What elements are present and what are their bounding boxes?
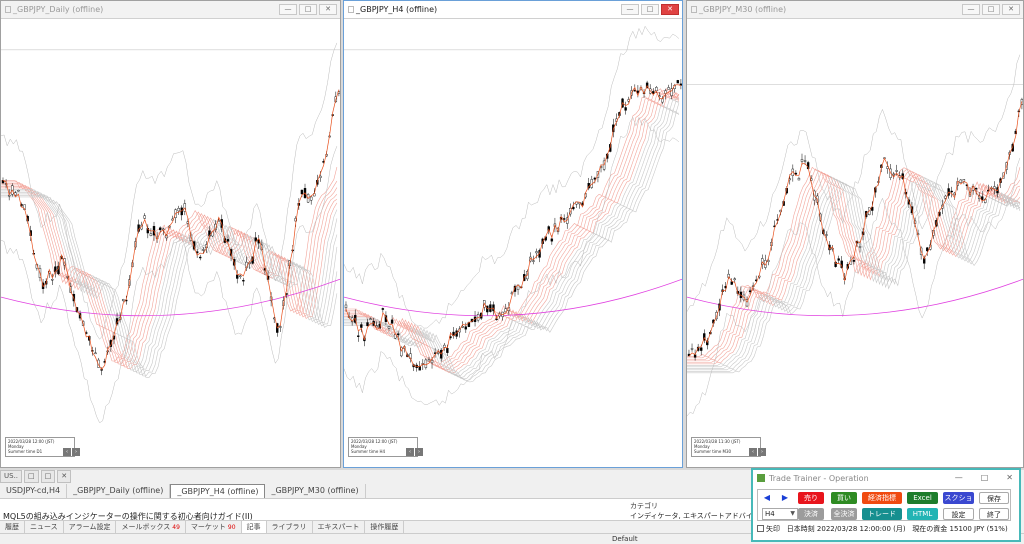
window-title: _GBPJPY_M30 (offline)	[699, 5, 787, 14]
tab-usdjpy-h4[interactable]: USDJPY-cd,H4	[0, 484, 68, 498]
save-button[interactable]: 保存	[979, 492, 1009, 504]
html-button[interactable]: HTML	[907, 508, 938, 520]
close-button[interactable]: ✕	[319, 4, 337, 15]
price-chart[interactable]: 2022/03/28 11:30 (JST) Monday Summer time …	[687, 20, 1023, 467]
title-bar[interactable]: _GBPJPY_H4 (offline) — □ ✕	[344, 1, 682, 19]
window-title: _GBPJPY_Daily (offline)	[13, 5, 104, 14]
trade-button[interactable]: トレード	[862, 508, 902, 520]
economic-indicators-button[interactable]: 経済指標	[862, 492, 902, 504]
close-button[interactable]: ✕	[57, 470, 72, 483]
nav-back-icon[interactable]: ‹	[749, 448, 757, 456]
tab-gbpjpy-m30[interactable]: _GBPJPY_M30 (offline)	[265, 484, 366, 498]
articles-panel: カテゴリ MQL5の組み込みインジケーターの操作に関する初心者向けガイド(II)…	[0, 498, 792, 521]
tab-gbpjpy-daily[interactable]: _GBPJPY_Daily (offline)	[67, 484, 171, 498]
timeframe-select[interactable]: H4 ▼	[762, 508, 798, 520]
trade-trainer-status: 矢印 日本時刻 2022/03/28 12:00:00 (月) 現在の資金 15…	[757, 524, 1008, 534]
settle-all-button[interactable]: 全決済	[831, 508, 857, 520]
nav-forward-icon[interactable]: ›	[72, 448, 80, 456]
minimized-window[interactable]: US.. □ □ ✕	[0, 470, 72, 484]
chart-icon	[5, 6, 11, 13]
terminal-tab[interactable]: ニュース	[25, 521, 64, 533]
prev-bar-icon[interactable]: ◀	[760, 492, 774, 504]
title-bar[interactable]: _GBPJPY_M30 (offline) — □ ✕	[687, 1, 1023, 19]
next-bar-icon[interactable]: ▶	[778, 492, 792, 504]
terminal-tab[interactable]: メールボックス 49	[116, 521, 186, 533]
balance-value: 15100 JPY (51%)	[949, 525, 1008, 533]
maximize-button[interactable]: □	[641, 4, 659, 15]
profile-name: Default	[612, 535, 638, 543]
trade-trainer-window[interactable]: Trade Trainer - Operation — □ ✕ ◀ ▶ H4 ▼ …	[751, 468, 1021, 542]
candlestick-chart[interactable]	[687, 20, 1023, 467]
time-label: 日本時刻	[786, 525, 815, 533]
nav-back-icon[interactable]: ‹	[63, 448, 71, 456]
chart-nav[interactable]: ‹ ›	[749, 448, 766, 456]
sell-button[interactable]: 売り	[798, 492, 824, 504]
close-button[interactable]: ✕	[1006, 473, 1013, 482]
buy-button[interactable]: 買い	[831, 492, 857, 504]
chart-nav[interactable]: ‹ ›	[406, 448, 423, 456]
maximize-button[interactable]: □	[299, 4, 317, 15]
chevron-down-icon: ▼	[790, 510, 795, 517]
terminal-tab[interactable]: マーケット 90	[186, 521, 242, 533]
chart-icon	[691, 6, 697, 13]
minimize-button[interactable]: —	[279, 4, 297, 15]
terminal-tab[interactable]: 記事	[241, 521, 267, 533]
screenshot-button[interactable]: スクショ	[943, 492, 974, 504]
category-column-header[interactable]: カテゴリ	[630, 501, 658, 511]
maximize-button[interactable]: □	[40, 470, 56, 483]
chart-tab-bar: USDJPY-cd,H4 _GBPJPY_Daily (offline) _GB…	[0, 484, 760, 498]
terminal-tab[interactable]: 操作履歴	[365, 521, 405, 533]
terminal-tab[interactable]: ライブラリ	[267, 521, 313, 533]
chart-nav[interactable]: ‹ ›	[63, 448, 80, 456]
close-button[interactable]: ✕	[661, 4, 679, 15]
exit-button[interactable]: 終了	[979, 508, 1009, 520]
minimize-button[interactable]: —	[955, 473, 963, 482]
time-value: 2022/03/28 12:00:00 (月)	[816, 525, 906, 533]
chart-window-m30[interactable]: _GBPJPY_M30 (offline) — □ ✕ 2022/03/28 11:…	[686, 0, 1024, 468]
restore-button[interactable]: □	[24, 470, 39, 483]
terminal-tab[interactable]: アラーム設定	[64, 521, 117, 533]
arrow-label: 矢印	[766, 525, 780, 533]
minimized-title[interactable]: US..	[0, 470, 23, 483]
title-bar[interactable]: _GBPJPY_Daily (offline) — □ ✕	[1, 1, 340, 19]
window-title: _GBPJPY_H4 (offline)	[356, 5, 438, 14]
app-icon	[757, 474, 765, 482]
chart-window-daily[interactable]: _GBPJPY_Daily (offline) — □ ✕ 2022/03/28 1…	[0, 0, 341, 468]
count-badge: 90	[227, 524, 236, 531]
chart-icon	[348, 6, 354, 13]
arrow-checkbox[interactable]	[757, 525, 764, 532]
excel-button[interactable]: Excel	[907, 492, 938, 504]
operation-panel: ◀ ▶ H4 ▼ 売り 買い 経済指標 Excel スクショ 保存 決済 全決済 …	[757, 489, 1011, 521]
terminal-tab[interactable]: エキスパート	[313, 521, 366, 533]
indicator-lines	[344, 25, 682, 406]
chart-workspace: _GBPJPY_Daily (offline) — □ ✕ 2022/03/28 1…	[0, 0, 1024, 470]
candlestick-chart[interactable]	[1, 20, 340, 467]
close-button[interactable]: ✕	[1002, 4, 1020, 15]
candlestick-chart[interactable]	[344, 20, 682, 467]
trade-trainer-title: Trade Trainer - Operation	[769, 474, 869, 483]
nav-forward-icon[interactable]: ›	[758, 448, 766, 456]
settle-button[interactable]: 決済	[798, 508, 824, 520]
balance-label: 現在の資金	[912, 525, 948, 533]
maximize-button[interactable]: □	[982, 4, 1000, 15]
nav-forward-icon[interactable]: ›	[415, 448, 423, 456]
minimize-button[interactable]: —	[621, 4, 639, 15]
chart-window-h4[interactable]: _GBPJPY_H4 (offline) — □ ✕ 2022/03/28 12:0…	[343, 0, 683, 468]
nav-back-icon[interactable]: ‹	[406, 448, 414, 456]
price-chart[interactable]: 2022/03/28 12:00 (JST) Monday Summer time …	[1, 20, 340, 467]
trade-trainer-title-bar[interactable]: Trade Trainer - Operation — □ ✕	[753, 470, 1019, 487]
indicator-lines	[687, 54, 1023, 417]
terminal-tab[interactable]: 履歴	[0, 521, 25, 533]
price-chart[interactable]: 2022/03/28 12:00 (JST) Monday Summer time …	[344, 20, 682, 467]
settings-button[interactable]: 設定	[943, 508, 974, 520]
minimize-button[interactable]: —	[962, 4, 980, 15]
count-badge: 49	[172, 524, 180, 531]
maximize-button[interactable]: □	[981, 473, 989, 482]
tab-gbpjpy-h4[interactable]: _GBPJPY_H4 (offline)	[170, 484, 266, 498]
indicator-lines	[1, 42, 340, 424]
terminal-tab-bar: 履歴 ニュース アラーム設定 メールボックス 49 マーケット 90 記事 ライブラリ エキスパー…	[0, 520, 760, 533]
